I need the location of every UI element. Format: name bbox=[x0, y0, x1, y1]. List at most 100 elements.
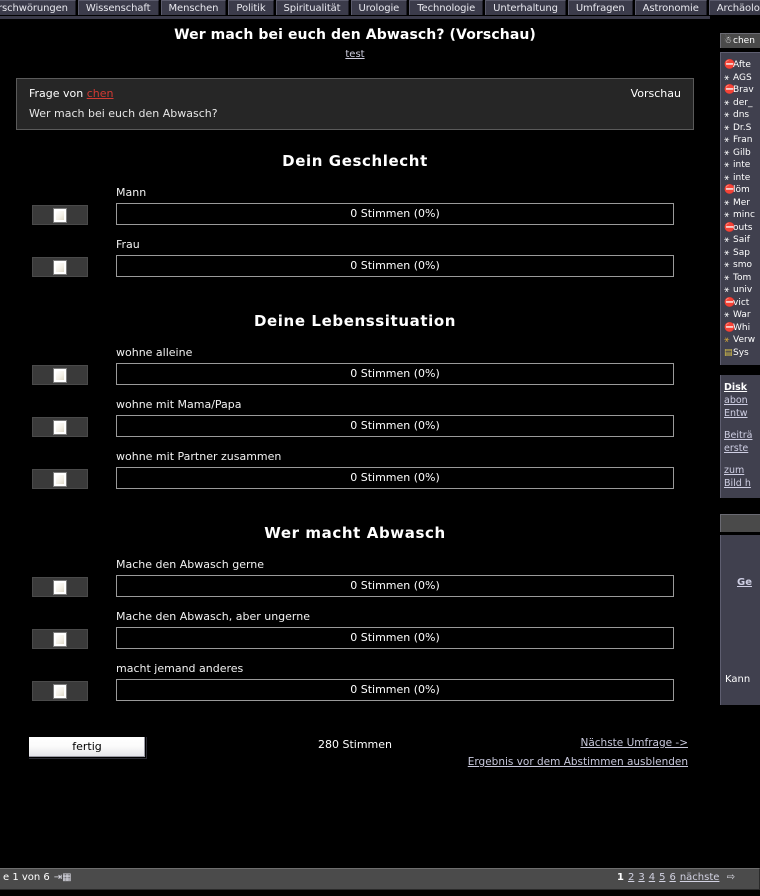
sidebar-user-item[interactable]: ⛔outs bbox=[724, 222, 760, 235]
nav-tab-3[interactable]: Politik bbox=[228, 0, 274, 15]
pagination-current-page: 1 bbox=[617, 872, 624, 883]
sidebar-link-5[interactable]: zum bbox=[724, 464, 760, 477]
sidebar-user-label: smo bbox=[733, 260, 752, 270]
sidebar-user-item[interactable]: ⚹ Verw bbox=[724, 334, 760, 347]
male-icon: ⚹ bbox=[724, 172, 730, 183]
sidebar-user-label: vict bbox=[733, 297, 750, 308]
sidebar-user-item[interactable]: ⛔löm bbox=[724, 184, 760, 197]
sidebar-user-item[interactable]: ⚹ Tom bbox=[724, 272, 760, 285]
preview-badge: Vorschau bbox=[630, 87, 681, 100]
sidebar-user-item[interactable]: ⚹ War bbox=[724, 309, 760, 322]
pagination-page-2[interactable]: 2 bbox=[628, 872, 634, 883]
sidebar-user-item[interactable]: ⚹ AGS bbox=[724, 72, 760, 85]
male-icon: ⚹ bbox=[724, 272, 730, 283]
sidebar-link-6[interactable]: Bild h bbox=[724, 477, 760, 490]
sidebar-user-item[interactable]: ▤Sys bbox=[724, 347, 760, 360]
male-icon: ⚹ bbox=[724, 160, 730, 170]
sidebar-link-2[interactable]: Entw bbox=[724, 407, 760, 420]
right-sidebar: ☃chen ⛔Afte ⚹ AGS ⛔Brav ⚹ der_ ⚹ dns ⚹ Dr.S ⚹ Fran ⚹… bbox=[710, 19, 760, 864]
radio-button-icon[interactable] bbox=[53, 259, 67, 275]
sidebar-user-item[interactable]: ⚹ minc bbox=[724, 209, 760, 222]
sidebar-user-item[interactable]: ⚹ Saif bbox=[724, 234, 760, 247]
radio-button-icon[interactable] bbox=[53, 579, 67, 595]
pagination-page-4[interactable]: 4 bbox=[649, 872, 655, 883]
pagination-next-link[interactable]: nächste bbox=[680, 872, 720, 883]
sidebar-user-item[interactable]: ⚹ univ bbox=[724, 284, 760, 297]
poll-option-label: macht jemand anderes bbox=[116, 662, 244, 675]
sidebar-user-item[interactable]: ⚹ Fran bbox=[724, 134, 760, 147]
nav-tab-8[interactable]: Umfragen bbox=[567, 0, 633, 15]
sidebar-user-item[interactable]: ⚹ der_ bbox=[724, 97, 760, 110]
arrow-right-icon[interactable]: ⇨ bbox=[723, 872, 735, 883]
poll-option-radio[interactable] bbox=[32, 681, 88, 701]
radio-button-icon[interactable] bbox=[53, 419, 67, 435]
section-title: Wer macht Abwasch bbox=[264, 524, 446, 542]
sidebar-user-item[interactable]: ⛔Whi bbox=[724, 322, 760, 335]
sidebar-user-label: AGS bbox=[733, 72, 752, 83]
sidebar-user-item[interactable]: ⛔Afte bbox=[724, 59, 760, 72]
nav-tab-2[interactable]: Menschen bbox=[160, 0, 227, 15]
sidebar-secondary-panel: Ge Kann bbox=[720, 535, 760, 705]
radio-button-icon[interactable] bbox=[53, 367, 67, 383]
poll-section-2: Wer macht Abwasch Mache den Abwasch gerne… bbox=[0, 524, 710, 714]
guest-icon: ⚹ bbox=[724, 335, 730, 345]
sidebar-link-0[interactable]: Disk bbox=[724, 381, 760, 394]
pagination-page-5[interactable]: 5 bbox=[659, 872, 665, 883]
question-author-line: Frage von chen bbox=[29, 87, 681, 100]
poll-option-radio[interactable] bbox=[32, 205, 88, 225]
sidebar-user-item[interactable]: ⚹ Mer bbox=[724, 197, 760, 210]
sidebar-user-label: Sap bbox=[733, 247, 750, 258]
nav-tab-0[interactable]: Verschwörungen bbox=[0, 0, 76, 15]
sidebar-link-1[interactable]: abon bbox=[724, 394, 760, 407]
poll-option-radio[interactable] bbox=[32, 469, 88, 489]
pagination-page-6[interactable]: 6 bbox=[669, 872, 675, 883]
sidebar-user-label: Whi bbox=[733, 322, 751, 333]
next-poll-link[interactable]: Nächste Umfrage -> bbox=[468, 734, 688, 753]
nav-tab-1[interactable]: Wissenschaft bbox=[77, 0, 159, 15]
nav-tab-5[interactable]: Urologie bbox=[350, 0, 408, 15]
jump-to-page-icon[interactable]: ⇥▦ bbox=[54, 872, 72, 883]
sidebar-user-item[interactable]: ⚹ Dr.S bbox=[724, 122, 760, 135]
poll-subtitle: test bbox=[0, 43, 710, 60]
sidebar-user-item[interactable]: ⚹ inte bbox=[724, 172, 760, 185]
nav-tab-9[interactable]: Astronomie bbox=[634, 0, 707, 15]
radio-button-icon[interactable] bbox=[53, 631, 67, 647]
radio-button-icon[interactable] bbox=[53, 471, 67, 487]
poll-option-radio[interactable] bbox=[32, 577, 88, 597]
sidebar-user-item[interactable]: ⚹ Gilb bbox=[724, 147, 760, 160]
radio-button-icon[interactable] bbox=[53, 207, 67, 223]
sidebar-secondary-link[interactable]: Ge bbox=[737, 577, 752, 588]
question-text: Wer mach bei euch den Abwasch? bbox=[29, 107, 218, 120]
sidebar-user-item[interactable]: ⚹ dns bbox=[724, 109, 760, 122]
sidebar-user-item[interactable]: ⛔vict bbox=[724, 297, 760, 310]
sidebar-user-item[interactable]: ⚹ Sap bbox=[724, 247, 760, 260]
question-author-link[interactable]: chen bbox=[87, 87, 114, 100]
radio-button-icon[interactable] bbox=[53, 683, 67, 699]
poll-option-label: wohne alleine bbox=[116, 346, 193, 359]
sidebar-user-item[interactable]: ⚹ smo bbox=[724, 259, 760, 272]
poll-option-radio[interactable] bbox=[32, 257, 88, 277]
pagination-page-3[interactable]: 3 bbox=[638, 872, 644, 883]
poll-option-result-bar: 0 Stimmen (0%) bbox=[116, 627, 674, 649]
nav-tab-6[interactable]: Technologie bbox=[409, 0, 484, 15]
poll-option-row: Mann 0 Stimmen (0%) bbox=[0, 186, 710, 238]
sidebar-user-label: löm bbox=[733, 185, 750, 195]
poll-subtitle-link[interactable]: test bbox=[345, 49, 364, 60]
sidebar-user-label: Fran bbox=[733, 135, 753, 145]
hide-results-link[interactable]: Ergebnis vor dem Abstimmen ausblenden bbox=[468, 753, 688, 772]
poll-option-result-bar: 0 Stimmen (0%) bbox=[116, 415, 674, 437]
poll-option-row: wohne mit Partner zusammen 0 Stimmen (0%) bbox=[0, 450, 710, 502]
sidebar-user-label: minc bbox=[733, 210, 755, 220]
nav-tab-4[interactable]: Spiritualität bbox=[275, 0, 349, 15]
sidebar-user-item[interactable]: ⚹ inte bbox=[724, 159, 760, 172]
poll-option-radio[interactable] bbox=[32, 629, 88, 649]
sidebar-link-3[interactable]: Beiträ bbox=[724, 429, 760, 442]
sidebar-link-4[interactable]: erste bbox=[724, 442, 760, 455]
female-icon: ⛔ bbox=[724, 60, 736, 70]
nav-tab-10[interactable]: Archäologie bbox=[708, 0, 760, 15]
question-box: Frage von chen Wer mach bei euch den Abw… bbox=[16, 78, 694, 130]
sidebar-user-item[interactable]: ⛔Brav bbox=[724, 84, 760, 97]
poll-option-radio[interactable] bbox=[32, 417, 88, 437]
nav-tab-7[interactable]: Unterhaltung bbox=[485, 0, 566, 15]
poll-option-radio[interactable] bbox=[32, 365, 88, 385]
